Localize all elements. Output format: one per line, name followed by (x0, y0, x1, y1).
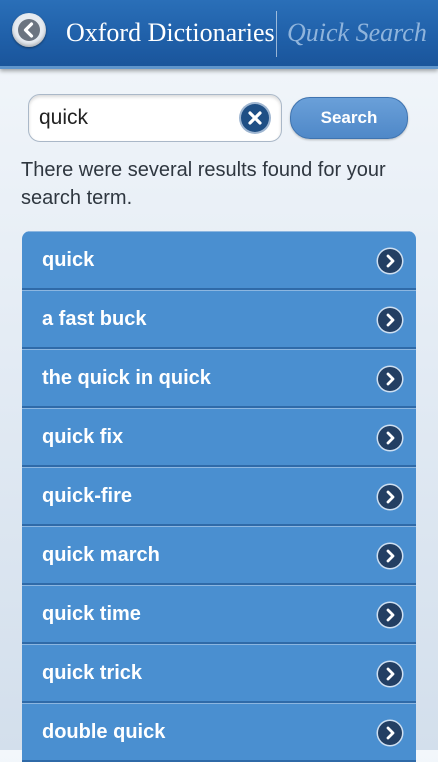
result-label: quick march (42, 544, 160, 566)
result-label: a fast buck (42, 308, 147, 330)
result-row[interactable]: quick-fire (22, 467, 416, 526)
back-button[interactable] (12, 13, 46, 47)
search-input[interactable] (39, 95, 234, 141)
result-label: quick-fire (42, 485, 133, 507)
result-row[interactable]: quick fix (22, 408, 416, 467)
results-list: quick a fast buck the quick in quick quick … (22, 231, 416, 762)
result-row[interactable]: quick march (22, 526, 416, 585)
result-row[interactable]: quick trick (22, 644, 416, 703)
chevron-right-icon (378, 308, 402, 332)
result-label: quick fix (42, 426, 124, 448)
result-label: quick time (42, 603, 141, 625)
chevron-right-icon (378, 426, 402, 450)
chevron-right-icon (378, 367, 402, 391)
result-row[interactable]: the quick in quick (22, 349, 416, 408)
result-label: the quick in quick (42, 367, 211, 389)
chevron-right-icon (378, 249, 402, 273)
search-button[interactable]: Search (290, 97, 408, 139)
app-subtitle: Quick Search (287, 18, 427, 47)
result-row[interactable]: a fast buck (22, 290, 416, 349)
chevron-right-icon (378, 721, 402, 745)
result-row[interactable]: quick (22, 231, 416, 290)
chevron-right-icon (378, 603, 402, 627)
search-box (28, 94, 282, 142)
chevron-right-icon (378, 485, 402, 509)
result-row[interactable]: quick time (22, 585, 416, 644)
chevron-left-icon (18, 19, 40, 41)
result-row[interactable]: double quick (22, 703, 416, 762)
app-title: Oxford Dictionaries (66, 18, 275, 47)
clear-button[interactable] (241, 104, 269, 132)
chevron-right-icon (378, 544, 402, 568)
clear-x-icon (248, 111, 262, 125)
chevron-right-icon (378, 662, 402, 686)
result-label: quick trick (42, 662, 143, 684)
result-label: double quick (42, 721, 166, 743)
results-message: There were several results found for you… (21, 159, 386, 209)
app-header: Oxford Dictionaries Quick Search (0, 0, 438, 69)
result-label: quick (42, 249, 95, 271)
header-divider (276, 11, 277, 57)
